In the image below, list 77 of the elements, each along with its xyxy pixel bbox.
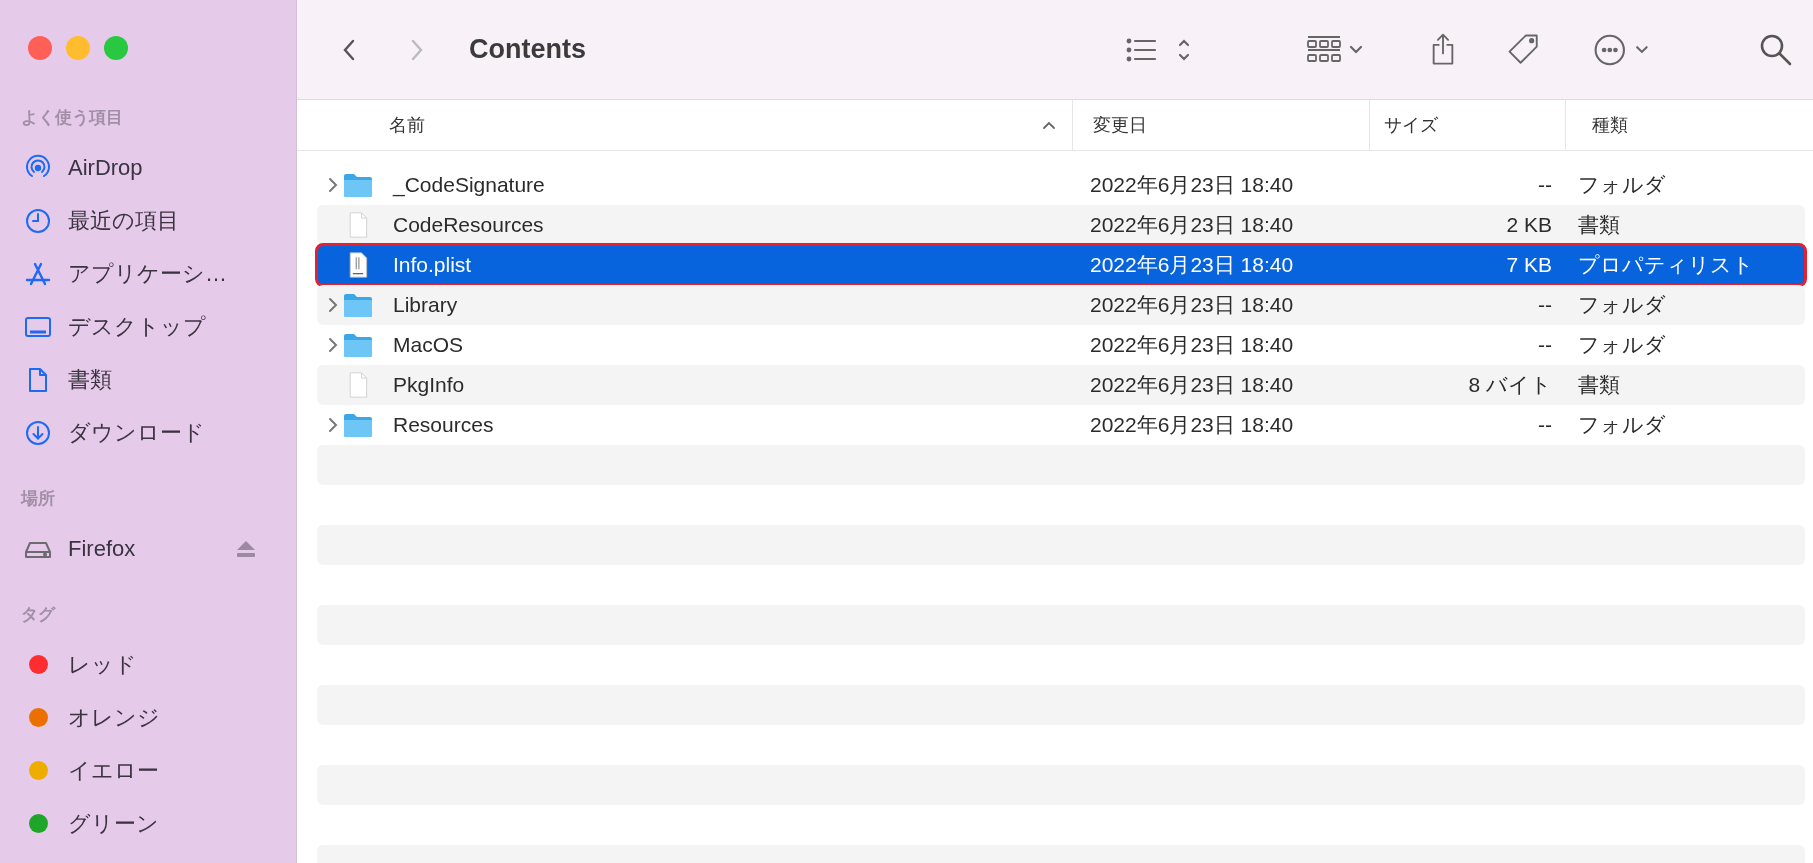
file-name: CodeResources xyxy=(393,213,544,237)
file-size: 2 KB xyxy=(1505,213,1552,237)
sidebar-item-label: AirDrop xyxy=(68,154,143,181)
file-name: MacOS xyxy=(393,333,463,357)
disclosure-chevron-icon[interactable] xyxy=(327,296,339,314)
sidebar-item[interactable]: アプリケーシ… xyxy=(0,247,296,300)
sidebar-section-title: 場所 xyxy=(19,488,56,510)
sidebar-item[interactable]: AirDrop xyxy=(0,141,296,194)
column-header[interactable]: サイズ xyxy=(1369,100,1565,150)
file-size: 7 KB xyxy=(1505,253,1552,277)
file-kind: フォルダ xyxy=(1577,412,1666,438)
sidebar-item-label: 最近の項目 xyxy=(68,206,179,235)
file-row[interactable]: MacOS 2022年6月23日 18:40 -- フォルダ xyxy=(317,325,1805,365)
clock-icon xyxy=(24,206,52,235)
sidebar-item-label: 書類 xyxy=(68,365,112,394)
file-size: 8 バイト xyxy=(1467,372,1552,398)
file-kind: 書類 xyxy=(1577,212,1620,238)
file-name: Resources xyxy=(393,413,494,437)
file-kind: フォルダ xyxy=(1577,292,1666,318)
modified-date: 2022年6月23日 18:40 xyxy=(1089,212,1295,238)
file-name: Library xyxy=(393,293,458,317)
sidebar-item-label: イエロー xyxy=(68,756,159,785)
file-name: Info.plist xyxy=(393,253,472,277)
sidebar-section-title: よく使う項目 xyxy=(20,107,124,129)
modified-date: 2022年6月23日 18:40 xyxy=(1089,412,1295,438)
file-name: _CodeSignature xyxy=(393,173,545,197)
modified-date: 2022年6月23日 18:40 xyxy=(1089,372,1295,398)
file-size: -- xyxy=(1537,173,1552,197)
file-row[interactable]: Info.plist 2022年6月23日 18:40 7 KB プロパティリスト xyxy=(317,245,1805,285)
file-kind: フォルダ xyxy=(1577,172,1666,198)
sidebar-item-label: オレンジ xyxy=(68,703,160,732)
window-title: Contents xyxy=(469,34,586,65)
sidebar-item[interactable]: 書類 xyxy=(0,353,296,406)
file-row[interactable]: CodeResources 2022年6月23日 18:40 2 KB 書類 xyxy=(317,205,1805,245)
column-header[interactable]: 種類 xyxy=(1565,100,1813,150)
file-size: -- xyxy=(1537,333,1552,357)
folder-icon xyxy=(343,412,373,438)
column-header[interactable]: 変更日 xyxy=(1072,100,1369,150)
sidebar-item-label: レッド xyxy=(68,650,137,679)
sidebar-item[interactable]: ダウンロード xyxy=(0,406,296,459)
sidebar-item-label: アプリケーシ… xyxy=(68,259,227,288)
sidebar-item-label: グリーン xyxy=(68,809,159,838)
sidebar-item[interactable]: Firefox xyxy=(0,522,296,575)
sidebar-item[interactable]: イエロー xyxy=(0,744,296,797)
folder-icon xyxy=(343,292,373,318)
file-row[interactable]: _CodeSignature 2022年6月23日 18:40 -- フォルダ xyxy=(317,165,1805,205)
sidebar-item[interactable]: デスクトップ xyxy=(0,300,296,353)
column-header[interactable]: 名前 xyxy=(297,100,1072,150)
modified-date: 2022年6月23日 18:40 xyxy=(1089,252,1295,278)
sidebar-item-label: ダウンロード xyxy=(68,418,205,447)
file-kind: 書類 xyxy=(1577,372,1620,398)
sidebar-item[interactable]: 最近の項目 xyxy=(0,194,296,247)
sidebar-section-title: タグ xyxy=(20,604,57,626)
folder-icon xyxy=(343,172,373,198)
file-kind: プロパティリスト xyxy=(1577,252,1754,278)
file-row[interactable]: Resources 2022年6月23日 18:40 -- フォルダ xyxy=(317,405,1805,445)
file-row[interactable]: PkgInfo 2022年6月23日 18:40 8 バイト 書類 xyxy=(317,365,1805,405)
file-row[interactable]: Library 2022年6月23日 18:40 -- フォルダ xyxy=(317,285,1805,325)
modified-date: 2022年6月23日 18:40 xyxy=(1089,292,1295,318)
disclosure-chevron-icon[interactable] xyxy=(327,336,339,354)
sidebar-item[interactable]: グリーン xyxy=(0,797,296,850)
file-kind: フォルダ xyxy=(1577,332,1666,358)
sidebar-item[interactable]: レッド xyxy=(0,638,296,691)
download-icon xyxy=(24,418,52,447)
file-name: PkgInfo xyxy=(393,373,465,397)
disclosure-chevron-icon[interactable] xyxy=(327,416,339,434)
search-icon[interactable] xyxy=(1759,32,1793,67)
disclosure-chevron-icon[interactable] xyxy=(327,176,339,194)
modified-date: 2022年6月23日 18:40 xyxy=(1089,172,1295,198)
sidebar-item-label: Firefox xyxy=(68,535,136,562)
file-size: -- xyxy=(1537,413,1552,437)
sidebar-item-label: デスクトップ xyxy=(68,312,206,341)
folder-icon xyxy=(343,332,373,358)
sort-chevron-icon xyxy=(1042,120,1056,130)
file-size: -- xyxy=(1537,293,1552,317)
modified-date: 2022年6月23日 18:40 xyxy=(1089,332,1295,358)
sidebar-item[interactable]: オレンジ xyxy=(0,691,296,744)
